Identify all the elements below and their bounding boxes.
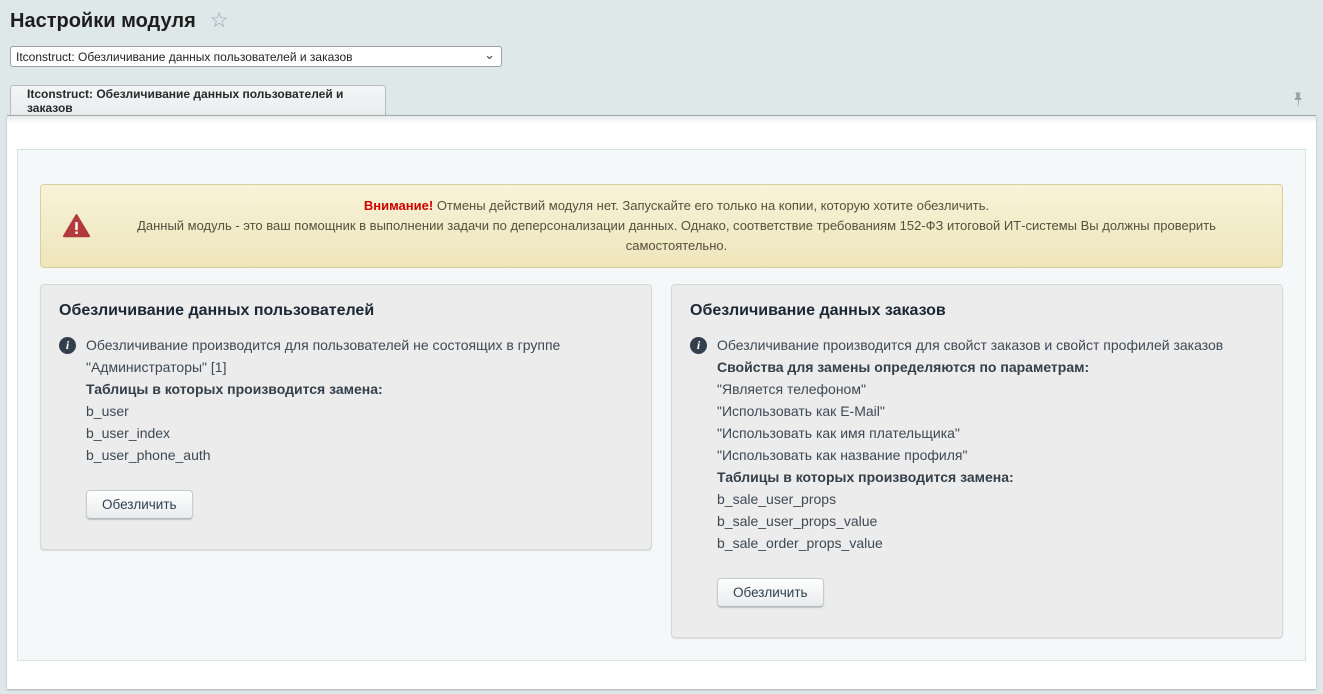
text-line: Таблицы в которых производится замена: <box>717 466 1264 488</box>
text-line: b_user_phone_auth <box>86 444 633 466</box>
text-line: "Использовать как имя плательщика" <box>717 422 1264 444</box>
users-column: Обезличивание данных пользователей i Обе… <box>40 284 652 550</box>
favorite-star-icon[interactable]: ☆ <box>210 11 229 31</box>
orders-panel-title: Обезличивание данных заказов <box>690 302 1264 320</box>
text-line: b_sale_order_props_value <box>717 532 1264 554</box>
orders-anonymization-panel: Обезличивание данных заказов i Обезличив… <box>671 284 1283 638</box>
orders-column: Обезличивание данных заказов i Обезличив… <box>671 284 1283 638</box>
info-icon: i <box>690 337 707 354</box>
module-select[interactable]: Itconstruct: Обезличивание данных пользо… <box>10 46 502 67</box>
text-line: b_sale_user_props <box>717 488 1264 510</box>
text-line: Обезличивание производится для пользоват… <box>86 334 633 378</box>
warning-text-1: Отмены действий модуля нет. Запускайте е… <box>437 198 989 213</box>
warning-triangle-icon <box>63 214 90 244</box>
content-card: Внимание! Отмены действий модуля нет. За… <box>7 115 1316 689</box>
page-header: Настройки модуля ☆ Itconstruct: Обезличи… <box>0 0 1323 67</box>
warning-banner: Внимание! Отмены действий модуля нет. За… <box>40 184 1283 268</box>
text-line: "Является телефоном" <box>717 378 1264 400</box>
tab-module-settings[interactable]: Itconstruct: Обезличивание данных пользо… <box>10 85 386 115</box>
text-line: "Использовать как E-Mail" <box>717 400 1264 422</box>
warning-line-1: Внимание! Отмены действий модуля нет. За… <box>111 196 1242 216</box>
warning-title: Внимание! <box>364 198 433 213</box>
info-icon: i <box>59 337 76 354</box>
users-panel-title: Обезличивание данных пользователей <box>59 302 633 320</box>
panels-row: Обезличивание данных пользователей i Обе… <box>40 284 1283 638</box>
module-settings-page: { "page": { "title": "Настройки модуля" … <box>0 0 1323 694</box>
tab-bar: Itconstruct: Обезличивание данных пользо… <box>10 85 1316 115</box>
text-line: b_user_index <box>86 422 633 444</box>
chevron-down-icon: ⌄ <box>484 50 495 60</box>
users-panel-text: Обезличивание производится для пользоват… <box>86 334 633 466</box>
anonymize-orders-button[interactable]: Обезличить <box>717 578 824 607</box>
module-select-value: Itconstruct: Обезличивание данных пользо… <box>16 50 484 64</box>
text-line: Свойства для замены определяются по пара… <box>717 356 1264 378</box>
pin-icon[interactable] <box>1292 92 1304 114</box>
page-title: Настройки модуля <box>10 9 196 33</box>
text-line: Обезличивание производится для свойст за… <box>717 334 1264 356</box>
anonymize-users-button[interactable]: Обезличить <box>86 490 193 519</box>
warning-line-2: Данный модуль - это ваш помощник в выпол… <box>111 216 1242 256</box>
text-line: "Использовать как название профиля" <box>717 444 1264 466</box>
text-line: b_user <box>86 400 633 422</box>
orders-panel-text: Обезличивание производится для свойст за… <box>717 334 1264 554</box>
users-anonymization-panel: Обезличивание данных пользователей i Обе… <box>40 284 652 550</box>
text-line: b_sale_user_props_value <box>717 510 1264 532</box>
settings-form-area: Внимание! Отмены действий модуля нет. За… <box>17 149 1306 661</box>
text-line: Таблицы в которых производится замена: <box>86 378 633 400</box>
tab-label: Itconstruct: Обезличивание данных пользо… <box>27 87 369 115</box>
